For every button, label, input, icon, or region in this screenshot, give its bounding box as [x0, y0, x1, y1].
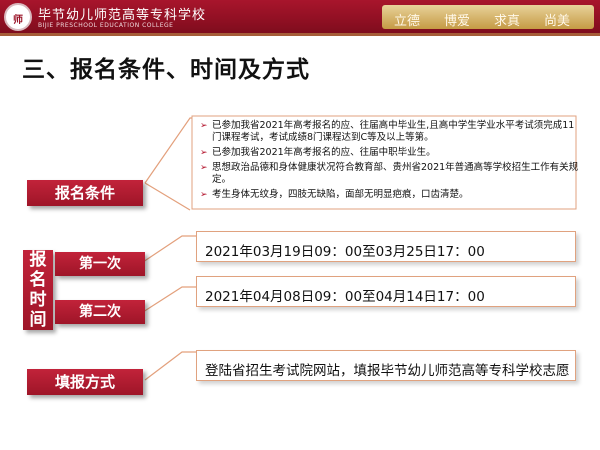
- round-1-period-box: 2021年03月19日09：00至03月25日17：00: [196, 231, 576, 262]
- list-item: ➢ 已参加我省2021年高考报名的应、往届高中毕业生,且高中学生学业水平考试须完成…: [200, 120, 575, 143]
- arrow-bullet-icon: ➢: [200, 163, 208, 173]
- time-label: 报 名 时 间: [23, 250, 53, 330]
- method-box: 登陆省招生考试院网站，填报毕节幼儿师范高等专科学校志愿: [196, 350, 576, 381]
- arrow-bullet-icon: ➢: [200, 148, 208, 158]
- method-text: 登陆省招生考试院网站，填报毕节幼儿师范高等专科学校志愿: [205, 363, 570, 379]
- connector-method: [144, 351, 196, 381]
- connector-round-2: [142, 286, 196, 313]
- conditions-label: 报名条件: [27, 180, 143, 206]
- list-item: ➢ 考生身体无纹身，四肢无缺陷，面部无明显疤痕，口齿清楚。: [200, 189, 469, 200]
- method-label: 填报方式: [27, 369, 143, 395]
- connector-round-1: [142, 235, 196, 263]
- connector-conditions-bottom: [144, 182, 191, 211]
- list-item: ➢ 思想政治品德和身体健康状况符合教育部、贵州省2021年普通高等学校招生工作有关…: [200, 162, 579, 185]
- round-2-period-box: 2021年04月08日09：00至04月14日17：00: [196, 276, 576, 307]
- arrow-bullet-icon: ➢: [200, 190, 208, 200]
- round-1-label: 第一次: [55, 252, 145, 276]
- list-item: ➢ 已参加我省2021年高考报名的应、往届中职毕业生。: [200, 147, 436, 158]
- round-2-period: 2021年04月08日09：00至04月14日17：00: [205, 289, 485, 305]
- round-2-label: 第二次: [55, 300, 145, 324]
- conditions-list: ➢ 已参加我省2021年高考报名的应、往届高中毕业生,且高中学生学业水平考试须完成…: [200, 120, 580, 204]
- arrow-bullet-icon: ➢: [200, 121, 208, 131]
- round-1-period: 2021年03月19日09：00至03月25日17：00: [205, 244, 485, 260]
